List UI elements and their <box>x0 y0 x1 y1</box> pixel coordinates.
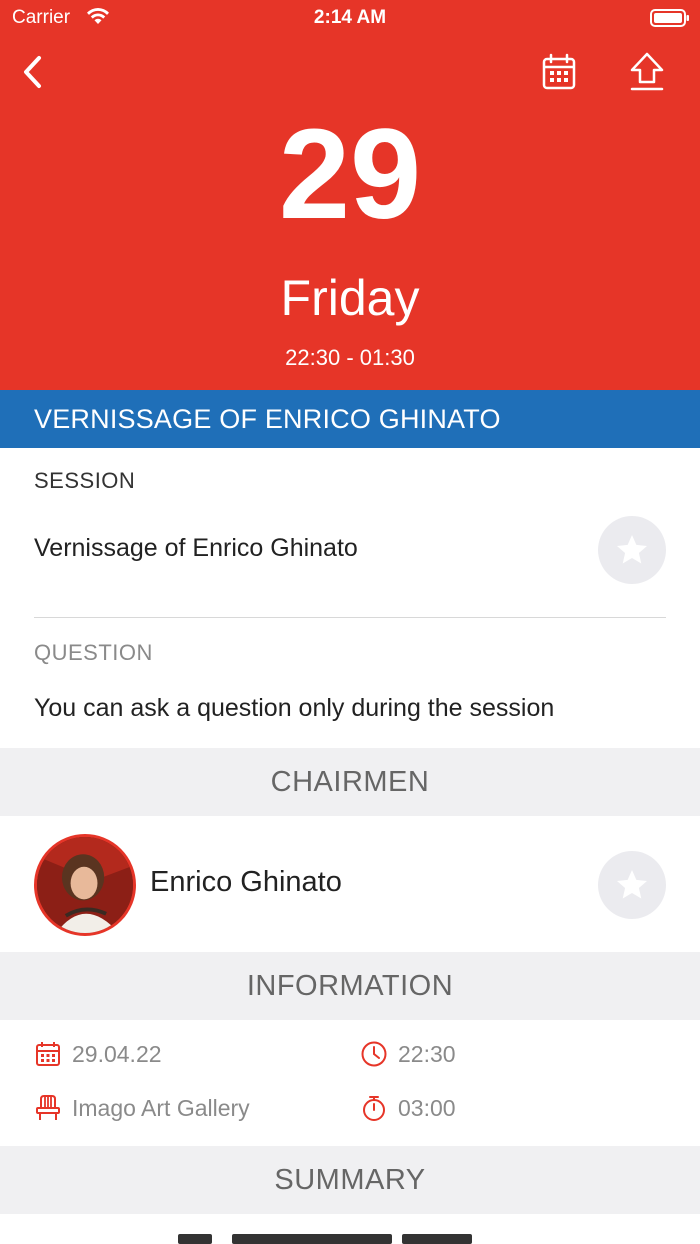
event-header: Carrier 2:14 AM 29 Friday 22:30 - 01:30 <box>0 0 700 390</box>
summary-text-clipped <box>0 1226 700 1244</box>
info-start-time: 22:30 <box>360 1040 456 1068</box>
info-location: Imago Art Gallery <box>34 1094 250 1122</box>
chairman-avatar[interactable] <box>34 834 136 936</box>
chairman-name[interactable]: Enrico Ghinato <box>150 866 342 899</box>
session-name: Vernissage of Enrico Ghinato <box>34 534 358 562</box>
status-time: 2:14 AM <box>313 7 387 28</box>
star-icon <box>617 870 647 899</box>
day-number: 29 <box>278 103 422 246</box>
session-label: SESSION <box>34 468 136 493</box>
summary-heading: SUMMARY <box>0 1146 700 1214</box>
time-range: 22:30 - 01:30 <box>285 345 415 370</box>
clock-icon <box>361 1041 387 1067</box>
info-date: 29.04.22 <box>34 1040 162 1068</box>
divider <box>34 617 666 618</box>
calendar-icon[interactable] <box>540 52 578 92</box>
back-icon[interactable] <box>18 52 48 92</box>
favorite-chairman-button[interactable] <box>598 851 666 919</box>
info-date-value: 29.04.22 <box>72 1040 162 1067</box>
info-duration-value: 03:00 <box>398 1094 456 1121</box>
weekday-label: Friday <box>280 270 420 326</box>
stopwatch-icon <box>363 1096 385 1121</box>
information-heading: INFORMATION <box>0 952 700 1020</box>
question-info-text: You can ask a question only during the s… <box>34 694 555 722</box>
info-start-time-value: 22:30 <box>398 1040 456 1067</box>
chair-icon <box>36 1095 60 1120</box>
chairmen-heading: CHAIRMEN <box>0 748 700 816</box>
info-duration: 03:00 <box>360 1094 456 1122</box>
star-icon <box>617 535 647 564</box>
share-icon[interactable] <box>628 50 666 94</box>
info-location-value: Imago Art Gallery <box>72 1094 250 1121</box>
question-label: QUESTION <box>34 640 153 665</box>
calendar-icon <box>36 1042 60 1066</box>
favorite-session-button[interactable] <box>598 516 666 584</box>
status-bar: Carrier 2:14 AM <box>0 0 700 36</box>
avatar-image <box>37 837 133 933</box>
event-title: VERNISSAGE OF ENRICO GHINATO <box>0 390 700 448</box>
battery-icon <box>650 9 689 27</box>
